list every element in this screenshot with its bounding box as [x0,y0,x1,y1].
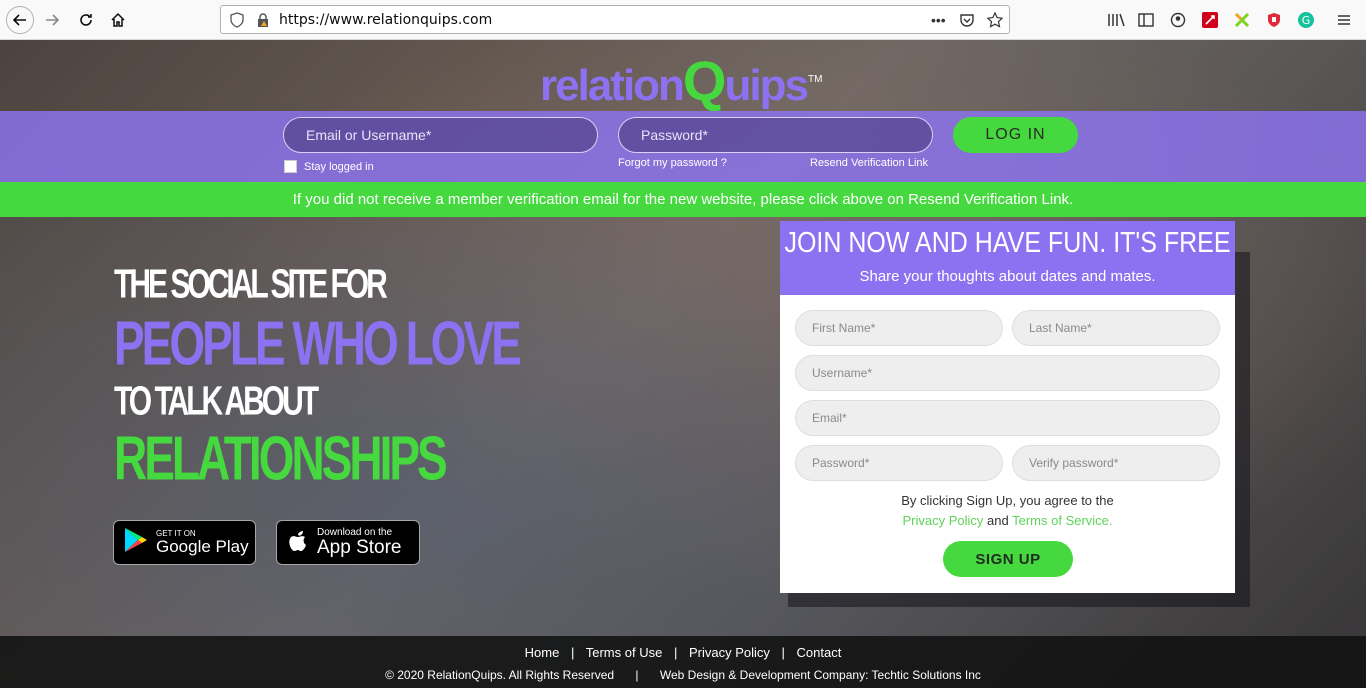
signup-button[interactable]: SIGN UP [943,541,1073,577]
star-icon[interactable] [986,11,1004,33]
hero-line-4: RELATIONSHIPS [114,422,448,494]
footer-credit-link[interactable]: Web Design & Development Company: Techti… [660,668,981,682]
hero-line-1: THE SOCIAL SITE FOR [114,262,388,307]
footer: Home | Terms of Use | Privacy Policy | C… [0,636,1366,688]
svg-text:G: G [1302,14,1311,27]
url-text: https://www.relationquips.com [279,12,493,28]
signup-title: JOIN NOW AND HAVE FUN. IT'S FREE [784,226,1231,260]
terms-of-service-link[interactable]: Terms of Service. [1012,513,1112,528]
signup-header: JOIN NOW AND HAVE FUN. IT'S FREE Share y… [780,221,1235,295]
library-icon[interactable] [1106,10,1126,30]
terms-links: Privacy Policy and Terms of Service. [902,513,1113,528]
login-button[interactable]: LOG IN [953,117,1078,153]
trademark-mark: TM [808,74,823,85]
brave-shield-icon[interactable] [1264,10,1284,30]
signup-subtitle: Share your thoughts about dates and mate… [859,268,1156,285]
reload-icon[interactable] [72,6,100,34]
lock-icon[interactable] [255,12,271,33]
tools-extension-icon[interactable] [1232,10,1252,30]
privacy-policy-link[interactable]: Privacy Policy [902,513,983,528]
login-bar: Email or Username* Password* LOG IN Stay… [0,111,1366,182]
app-store-badge[interactable]: Download on the App Store [276,520,420,565]
account-icon[interactable] [1168,10,1188,30]
home-icon[interactable] [104,6,132,34]
pocket-icon[interactable] [959,12,975,33]
footer-copyright: © 2020 RelationQuips. All Rights Reserve… [385,668,981,682]
last-name-input[interactable]: Last Name* [1012,310,1220,346]
forward-icon[interactable] [38,6,66,34]
browser-toolbar: https://www.relationquips.com ••• G [0,0,1366,40]
sidebar-icon[interactable] [1136,10,1156,30]
stay-logged-label: Stay logged in [304,161,374,173]
menu-icon[interactable] [1334,10,1354,30]
hero-line-2: PEOPLE WHO LOVE [114,307,522,379]
stay-logged-checkbox[interactable] [284,160,297,173]
login-email-input[interactable]: Email or Username* [283,117,598,153]
back-icon[interactable] [6,6,34,34]
terms-text: By clicking Sign Up, you agree to the [901,493,1114,508]
password-input[interactable]: Password* [795,445,1003,481]
google-play-badge[interactable]: GET IT ON Google Play [113,520,256,565]
verification-notice: If you did not receive a member verifica… [0,182,1366,217]
username-input[interactable]: Username* [795,355,1220,391]
address-bar[interactable]: https://www.relationquips.com ••• [220,5,1010,34]
page: relationQuips TM Email or Username* Pass… [0,40,1366,688]
google-play-icon [124,527,148,558]
grammarly-icon[interactable]: G [1296,10,1316,30]
shield-icon[interactable] [229,12,245,33]
site-logo[interactable]: relationQuips [540,48,809,113]
footer-link-home[interactable]: Home [525,645,560,660]
email-input[interactable]: Email* [795,400,1220,436]
resend-verification-link[interactable]: Resend Verification Link [810,157,928,169]
footer-link-privacy[interactable]: Privacy Policy [689,645,770,660]
footer-links: Home | Terms of Use | Privacy Policy | C… [524,645,842,660]
apple-icon [287,527,309,558]
flash-extension-icon[interactable] [1200,10,1220,30]
footer-link-contact[interactable]: Contact [797,645,842,660]
hero-line-3: TO TALK ABOUT [114,379,319,424]
signup-card: JOIN NOW AND HAVE FUN. IT'S FREE Share y… [780,221,1235,593]
more-icon[interactable]: ••• [931,12,946,28]
verify-password-input[interactable]: Verify password* [1012,445,1220,481]
login-password-input[interactable]: Password* [618,117,933,153]
forgot-password-link[interactable]: Forgot my password ? [618,157,727,169]
footer-link-terms[interactable]: Terms of Use [586,645,663,660]
first-name-input[interactable]: First Name* [795,310,1003,346]
